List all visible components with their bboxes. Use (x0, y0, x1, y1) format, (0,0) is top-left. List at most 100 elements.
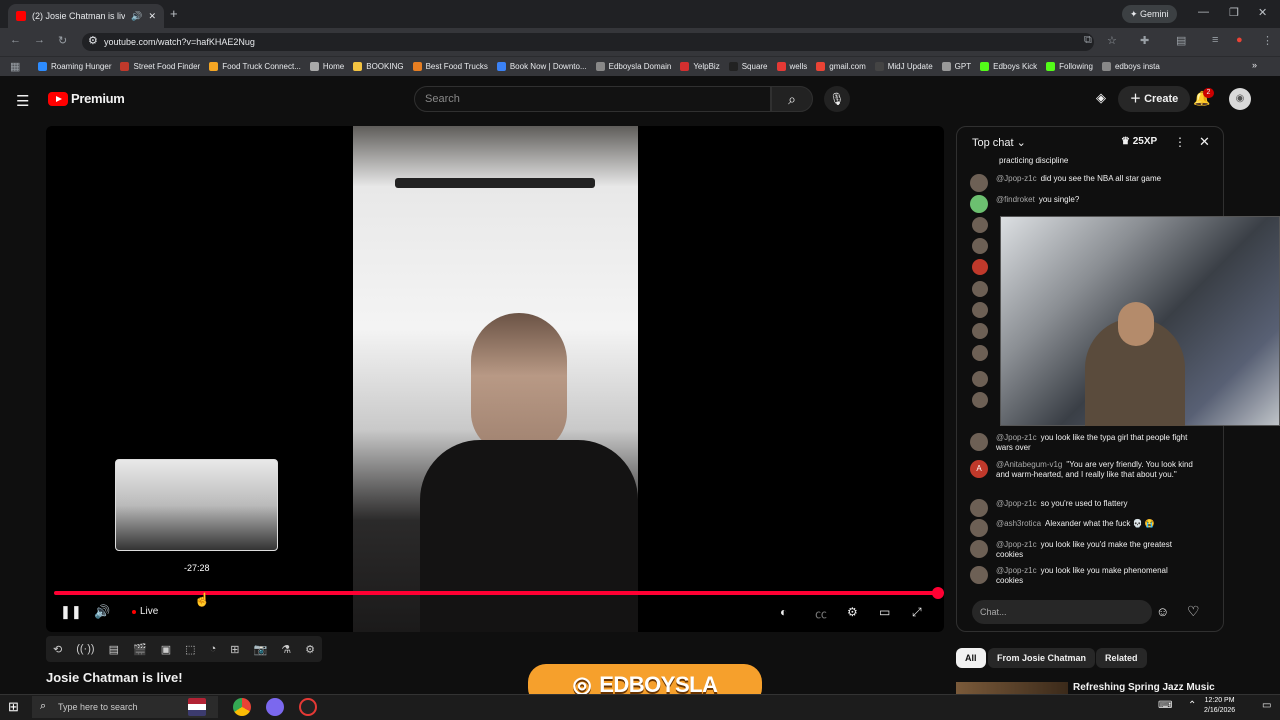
bookmark-item[interactable]: Square (728, 62, 768, 71)
chat-avatar[interactable] (972, 323, 988, 339)
chat-message[interactable]: A @Anitabegum-v1g "You are very friendly. … (970, 460, 1196, 480)
apps-grid-icon[interactable]: ▦ (10, 60, 20, 73)
chat-author[interactable]: @findroket (996, 195, 1035, 204)
reload-icon[interactable]: ↻ (58, 34, 67, 47)
chat-avatar[interactable] (972, 345, 988, 361)
install-app-icon[interactable]: ⧉ (1084, 34, 1092, 47)
chat-input[interactable]: Chat... (972, 600, 1152, 624)
frame-icon[interactable]: ⬚ (185, 643, 195, 656)
chat-author[interactable]: @Anitabegum-v1g (996, 460, 1062, 469)
recommended-title[interactable]: Refreshing Spring Jazz Music (1073, 682, 1215, 693)
account-avatar[interactable]: ◉ (1229, 88, 1251, 110)
flag-icon[interactable] (188, 698, 206, 716)
chrome-taskbar-icon[interactable] (233, 698, 251, 716)
bookmark-item[interactable]: Best Food Trucks (412, 62, 488, 71)
bookmark-item[interactable]: Book Now | Downto... (496, 62, 587, 71)
chat-avatar[interactable] (970, 195, 988, 213)
extensions-icon[interactable]: ✚ (1140, 34, 1149, 47)
chat-avatar[interactable] (972, 371, 988, 387)
chat-message[interactable]: @Jpop-z1c you look like you'd make the gr… (970, 540, 1196, 560)
chat-author[interactable]: @Jpop-z1c (996, 499, 1037, 508)
close-window-icon[interactable]: ✕ (1258, 6, 1267, 19)
xp-badge[interactable]: ♛ 25XP (1121, 136, 1157, 147)
bookmark-item[interactable]: Food Truck Connect... (209, 62, 301, 71)
add-frame-icon[interactable]: ⊞ (230, 643, 239, 656)
hamburger-menu-icon[interactable]: ☰ (16, 92, 29, 110)
new-tab-button[interactable]: + (170, 6, 178, 21)
taskbar-clock[interactable]: 12:20 PM 2/16/2026 (1204, 696, 1235, 716)
chat-avatar[interactable] (970, 499, 988, 517)
create-button[interactable]: ＋ Create (1118, 86, 1191, 112)
chat-author[interactable]: @Jpop-z1c (996, 540, 1037, 549)
autoplay-toggle-icon[interactable]: ◐ (780, 605, 787, 619)
recorder-taskbar-icon[interactable] (299, 698, 317, 716)
search-input[interactable]: Search (414, 86, 771, 112)
notification-center-icon[interactable]: ▭ (1262, 700, 1271, 711)
progress-scrubber[interactable] (932, 587, 944, 599)
clapper-icon[interactable]: 🎬 (133, 643, 147, 656)
settings-gear-icon[interactable]: ⚙ (847, 605, 858, 619)
theater-mode-icon[interactable]: ▭ (879, 605, 890, 619)
loop-icon[interactable]: ⟲ (53, 643, 62, 656)
bookmarks-overflow-icon[interactable]: » (1252, 60, 1257, 70)
bookmark-item[interactable]: Edboys Kick (980, 62, 1037, 71)
bookmark-item[interactable]: GPT (941, 62, 971, 71)
media-control-icon[interactable]: ≡ (1212, 34, 1218, 46)
bookmark-star-icon[interactable]: ☆ (1107, 34, 1117, 47)
bookmark-item[interactable]: Following (1046, 62, 1093, 71)
live-indicator[interactable]: Live (132, 606, 158, 617)
camera-icon[interactable]: 📷 (253, 643, 267, 656)
chat-message[interactable]: @Jpop-z1c did you see the NBA all star ga… (970, 174, 1196, 192)
chat-message[interactable]: @findroket you single? (970, 195, 1196, 213)
youtube-premium-logo[interactable]: Premium (48, 91, 125, 106)
chip-related[interactable]: Related (1096, 648, 1147, 668)
chip-from-channel[interactable]: From Josie Chatman (988, 648, 1096, 668)
chat-avatar[interactable] (972, 392, 988, 408)
back-icon[interactable]: ← (10, 34, 21, 46)
chat-author[interactable]: @ash3rotica (996, 519, 1041, 528)
bookmark-item[interactable]: gmail.com (816, 62, 866, 71)
chat-avatar[interactable] (972, 281, 988, 297)
emoji-icon[interactable]: ☺ (1156, 604, 1169, 619)
app-taskbar-icon[interactable] (266, 698, 284, 716)
chat-avatar[interactable] (970, 566, 988, 584)
chip-all[interactable]: All (956, 648, 986, 668)
bookmark-item[interactable]: Edboysla Domain (595, 62, 671, 71)
close-chat-icon[interactable]: ✕ (1199, 134, 1210, 150)
speed-icon[interactable]: ◔ (210, 643, 217, 655)
windows-start-icon[interactable]: ⊞ (8, 699, 19, 715)
tab-audio-icon[interactable]: 🔊 (131, 11, 142, 22)
screenshot-list-icon[interactable]: ▤ (109, 643, 119, 656)
chat-avatar[interactable] (972, 217, 988, 233)
bookmark-item[interactable]: BOOKING (353, 62, 404, 71)
chat-author[interactable]: @Jpop-z1c (996, 566, 1037, 575)
site-info-icon[interactable]: ⚙ (88, 34, 98, 47)
minimize-icon[interactable]: — (1198, 6, 1209, 18)
captions-icon[interactable]: ㏄ (815, 605, 827, 622)
crop-icon[interactable]: ▣ (161, 643, 171, 656)
bookmark-item[interactable]: wells (776, 62, 807, 71)
chat-menu-kebab-icon[interactable]: ⋮ (1174, 135, 1186, 149)
chat-avatar[interactable]: A (970, 460, 988, 478)
bookmark-item[interactable]: edboys insta (1101, 62, 1160, 71)
chat-avatar[interactable] (970, 174, 988, 192)
chat-avatar[interactable] (972, 302, 988, 318)
audio-icon[interactable]: ((·)) (76, 643, 94, 655)
chat-message[interactable]: @Jpop-z1c you look like you make phenomen… (970, 566, 1196, 586)
bookmark-item[interactable]: Home (309, 62, 344, 71)
pause-icon[interactable]: ❚❚ (60, 604, 82, 620)
chat-message[interactable]: @ash3rotica Alexander what the fuck 💀 😭 (970, 519, 1196, 537)
chat-avatar[interactable] (970, 433, 988, 451)
fullscreen-icon[interactable]: ⤢ (912, 605, 922, 620)
chat-avatar[interactable] (972, 259, 988, 275)
bookmark-item[interactable]: MidJ Update (874, 62, 933, 71)
bookmark-item[interactable]: Street Food Finder (120, 62, 200, 71)
tab-close-icon[interactable]: ✕ (148, 11, 156, 22)
chat-author[interactable]: @Jpop-z1c (996, 174, 1037, 183)
progress-bar[interactable] (54, 591, 938, 595)
chat-avatar[interactable] (970, 519, 988, 537)
cast-icon[interactable]: ◈ (1096, 90, 1106, 106)
url-field[interactable]: youtube.com/watch?v=hafKHAE2Nug (82, 33, 1094, 51)
bookmark-item[interactable]: YelpBiz (680, 62, 720, 71)
forward-icon[interactable]: → (34, 34, 45, 46)
